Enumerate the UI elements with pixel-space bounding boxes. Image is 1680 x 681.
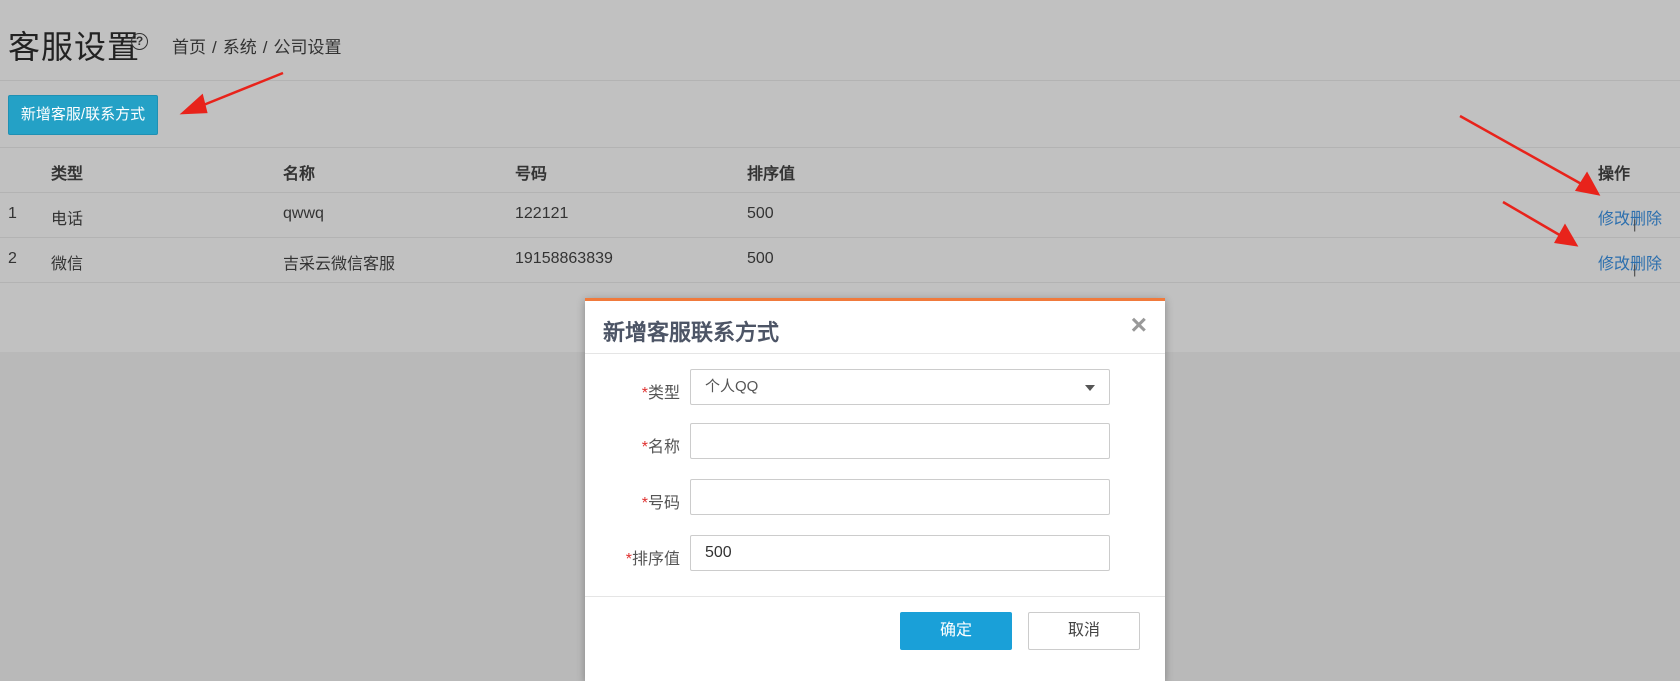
number-label-text: 号码 — [647, 495, 680, 512]
form-row-type: *类型 个人QQ — [585, 369, 1165, 409]
breadcrumb-separator: / — [262, 38, 268, 57]
type-select[interactable]: 个人QQ — [690, 369, 1110, 405]
page-header: 客服设置 ? 首页 / 系统 / 公司设置 — [0, 0, 1680, 81]
confirm-button[interactable]: 确定 — [900, 612, 1012, 650]
cancel-button[interactable]: 取消 — [1028, 612, 1140, 650]
add-contact-modal: 新增客服联系方式 × *类型 个人QQ *名称 *号码 *排序值 确定 取消 — [585, 298, 1165, 681]
row-index: 1 — [8, 205, 17, 222]
number-field[interactable] — [690, 479, 1110, 515]
modal-footer: 确定 取消 — [585, 596, 1165, 677]
table-row: 2 微信 吉采云微信客服 19158863839 500 修改 | 删除 — [0, 237, 1680, 283]
column-header-type: 类型 — [51, 166, 84, 183]
row-name: 吉采云微信客服 — [283, 256, 396, 273]
action-separator: | — [1633, 262, 1637, 277]
breadcrumb-home[interactable]: 首页 — [172, 38, 206, 57]
type-label: *类型 — [642, 379, 680, 403]
column-header-number: 号码 — [515, 166, 548, 183]
row-type: 电话 — [51, 211, 84, 228]
edit-link[interactable]: 修改 — [1598, 256, 1630, 273]
chevron-down-icon — [1085, 385, 1095, 391]
sort-label-text: 排序值 — [631, 551, 680, 568]
table-header-row: 类型 名称 号码 排序值 操作 — [0, 147, 1680, 192]
sort-field[interactable] — [690, 535, 1110, 571]
modal-title: 新增客服联系方式 — [603, 320, 780, 345]
name-label: *名称 — [642, 433, 680, 457]
row-number: 122121 — [515, 205, 569, 222]
number-label: *号码 — [642, 489, 680, 513]
name-label-text: 名称 — [647, 439, 680, 456]
row-name: qwwq — [283, 205, 324, 222]
close-icon[interactable]: × — [1131, 309, 1147, 341]
form-row-number: *号码 — [585, 479, 1165, 519]
row-sort: 500 — [747, 250, 774, 267]
contacts-table: 类型 名称 号码 排序值 操作 1 电话 qwwq 122121 500 修改 |… — [0, 147, 1680, 283]
page-title: 客服设置 — [8, 29, 141, 65]
breadcrumb-system[interactable]: 系统 — [223, 38, 257, 57]
row-actions: 修改 | 删除 — [1598, 205, 1662, 232]
row-index: 2 — [8, 250, 17, 267]
form-row-sort: *排序值 — [585, 535, 1165, 575]
breadcrumb-company-settings: 公司设置 — [273, 38, 342, 57]
row-sort: 500 — [747, 205, 774, 222]
row-actions: 修改 | 删除 — [1598, 250, 1662, 277]
edit-link[interactable]: 修改 — [1598, 211, 1630, 228]
column-header-sort: 排序值 — [747, 166, 796, 183]
modal-header: 新增客服联系方式 × — [585, 301, 1165, 354]
question-circle-icon[interactable]: ? — [131, 33, 148, 50]
column-header-actions: 操作 — [1598, 166, 1631, 183]
column-header-name: 名称 — [283, 166, 316, 183]
breadcrumb-separator: / — [212, 38, 217, 57]
type-label-text: 类型 — [647, 385, 680, 402]
type-select-value: 个人QQ — [705, 378, 759, 395]
action-separator: | — [1633, 217, 1637, 232]
name-field[interactable] — [690, 423, 1110, 459]
row-type: 微信 — [51, 256, 84, 273]
sort-label: *排序值 — [626, 545, 680, 569]
row-number: 19158863839 — [515, 250, 613, 267]
table-row: 1 电话 qwwq 122121 500 修改 | 删除 — [0, 192, 1680, 237]
form-row-name: *名称 — [585, 423, 1165, 463]
breadcrumb: 首页 / 系统 / 公司设置 — [172, 33, 341, 58]
add-contact-button[interactable]: 新增客服/联系方式 — [8, 95, 158, 135]
